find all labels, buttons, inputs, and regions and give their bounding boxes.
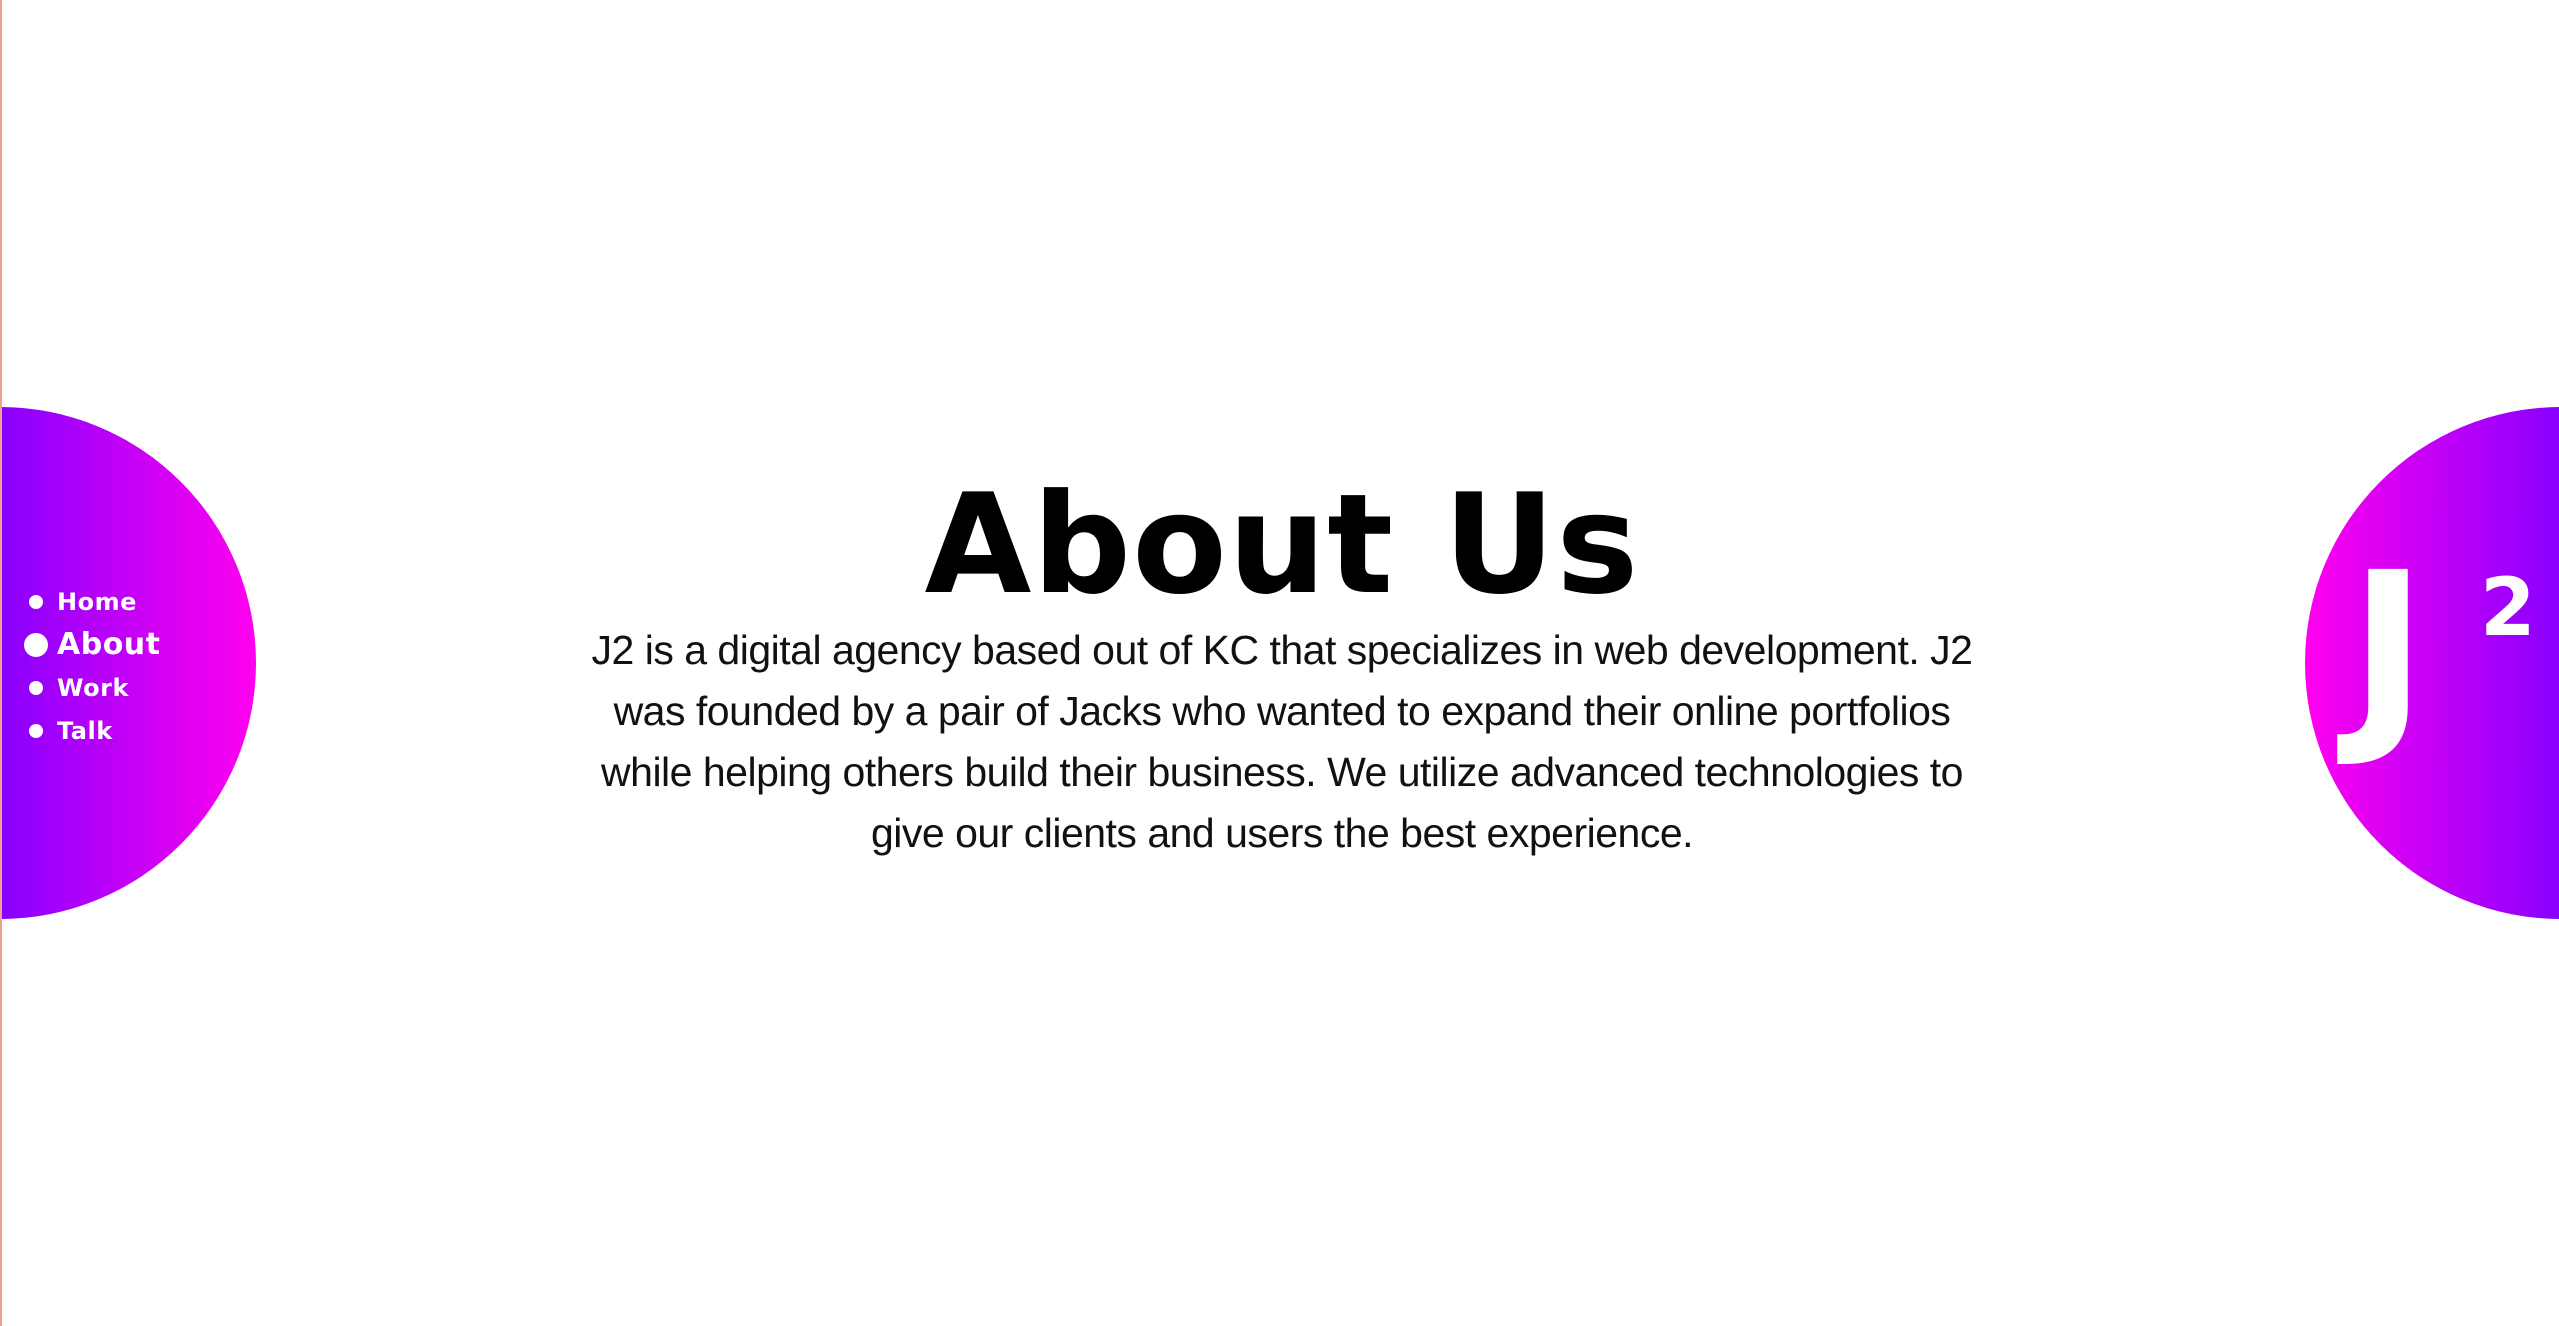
nav-dot-icon bbox=[29, 594, 43, 609]
page: Home About Work Talk J 2 About Us J2 is … bbox=[0, 0, 2559, 1326]
nav-list: Home About Work Talk bbox=[22, 580, 161, 752]
nav-dot-active-icon bbox=[24, 632, 48, 657]
nav-label-home: Home bbox=[57, 587, 137, 616]
nav-label-about: About bbox=[57, 627, 161, 662]
nav-dot-icon bbox=[29, 723, 43, 738]
logo-letter: J bbox=[2349, 527, 2428, 772]
nav-label-work: Work bbox=[57, 673, 129, 702]
about-description: J2 is a digital agency based out of KC t… bbox=[591, 627, 1973, 856]
nav-label-talk: Talk bbox=[57, 716, 113, 745]
nav-item-work[interactable]: Work bbox=[22, 666, 161, 709]
about-section: About Us J2 is a digital agency based ou… bbox=[562, 470, 2002, 864]
logo-superscript: 2 bbox=[2480, 561, 2536, 654]
nav-item-home[interactable]: Home bbox=[22, 580, 161, 623]
page-title: About Us bbox=[924, 464, 1640, 625]
nav-item-about[interactable]: About bbox=[22, 623, 161, 666]
nav-dot-icon bbox=[29, 680, 43, 695]
nav-item-talk[interactable]: Talk bbox=[22, 709, 161, 752]
logo-circle[interactable] bbox=[2305, 407, 2559, 919]
